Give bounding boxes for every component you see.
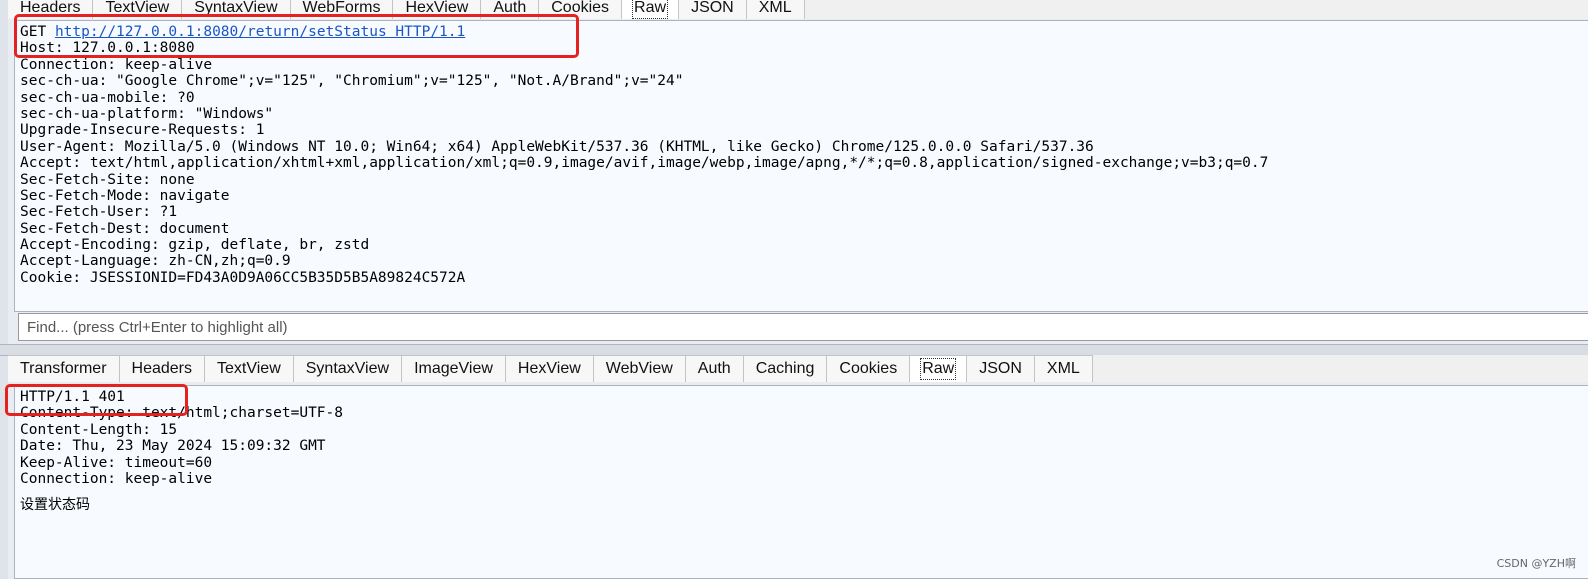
response-tab-label: HexView xyxy=(517,360,581,377)
response-inspector-tabs: Transformer Headers TextView SyntaxView Imag… xyxy=(8,355,1588,382)
response-tab-label: Cookies xyxy=(839,360,898,377)
request-headers: Host: 127.0.0.1:8080 Connection: keep-ali… xyxy=(20,40,1588,286)
response-tab-label: Raw xyxy=(920,358,957,380)
response-header-line: Date: Thu, 23 May 2024 15:09:32 GMT xyxy=(20,438,326,455)
request-header-line: Upgrade-Insecure-Requests: 1 xyxy=(20,122,265,139)
request-header-line: Sec-Fetch-Mode: navigate xyxy=(20,187,230,204)
response-header-line: Keep-Alive: timeout=60 xyxy=(20,454,213,471)
response-tab-webview[interactable]: WebView xyxy=(593,355,686,382)
request-tab-xml[interactable]: XML xyxy=(746,0,805,19)
response-tab-label: Caching xyxy=(755,360,815,377)
response-tab-transformer[interactable]: Transformer xyxy=(8,355,120,382)
request-tab-label: Raw xyxy=(632,0,669,19)
request-header-line: Accept-Language: zh-CN,zh;q=0.9 xyxy=(20,253,291,270)
request-header-line: Accept-Encoding: gzip, deflate, br, zstd xyxy=(20,237,370,254)
response-header-line: Connection: keep-alive xyxy=(20,470,213,487)
request-raw-view[interactable]: GET http://127.0.0.1:8080/return/setStat… xyxy=(14,20,1588,312)
response-header-line: HTTP/1.1 401 xyxy=(20,389,125,405)
find-input[interactable]: Find... (press Ctrl+Enter to highlight a… xyxy=(18,313,1588,341)
left-rail xyxy=(0,0,8,579)
response-tab-label: ImageView xyxy=(414,360,493,377)
request-tab-json[interactable]: JSON xyxy=(679,0,747,19)
response-header-line: Content-Type: text/html;charset=UTF-8 xyxy=(20,405,344,422)
request-header-line: sec-ch-ua-mobile: ?0 xyxy=(20,89,195,106)
response-tab-cookies[interactable]: Cookies xyxy=(827,355,911,382)
response-tab-auth[interactable]: Auth xyxy=(685,355,744,382)
response-tab-xml[interactable]: XML xyxy=(1034,355,1093,382)
request-header-line: Accept: text/html,application/xhtml+xml,… xyxy=(20,155,1269,172)
response-tab-caching[interactable]: Caching xyxy=(743,355,828,382)
response-tab-hexview[interactable]: HexView xyxy=(505,355,594,382)
request-tab-label: XML xyxy=(758,0,792,16)
response-tab-raw[interactable]: Raw xyxy=(910,355,968,382)
response-tab-label: JSON xyxy=(979,360,1022,377)
response-tab-label: WebView xyxy=(605,360,673,377)
response-tab-imageview[interactable]: ImageView xyxy=(402,355,506,382)
response-headers: HTTP/1.1 401 Content-Type: text/html;char… xyxy=(20,389,1588,487)
response-tab-headers[interactable]: Headers xyxy=(119,355,206,382)
request-header-line: sec-ch-ua: "Google Chrome";v="125", "Chr… xyxy=(20,73,684,90)
response-tab-label: TextView xyxy=(217,360,281,377)
watermark: CSDN @YZH啊 xyxy=(1496,557,1576,570)
request-line-highlight xyxy=(14,14,579,58)
request-header-line: Sec-Fetch-Site: none xyxy=(20,171,195,188)
response-tab-label: Auth xyxy=(697,360,731,377)
response-header-line: Content-Length: 15 xyxy=(20,421,178,438)
response-body: 设置状态码 xyxy=(20,497,90,514)
request-header-line: User-Agent: Mozilla/5.0 (Windows NT 10.0… xyxy=(20,138,1094,155)
request-header-line: Connection: keep-alive xyxy=(20,56,213,73)
request-header-line: Sec-Fetch-Dest: document xyxy=(20,220,230,237)
request-tab-raw[interactable]: Raw xyxy=(622,0,680,19)
status-line-highlight xyxy=(5,384,188,416)
request-header-line: sec-ch-ua-platform: "Windows" xyxy=(20,105,274,122)
request-tab-label: JSON xyxy=(691,0,734,16)
response-tab-textview[interactable]: TextView xyxy=(205,355,294,382)
response-tab-label: Headers xyxy=(131,360,193,377)
response-tab-label: XML xyxy=(1046,360,1080,377)
request-header-line: Sec-Fetch-User: ?1 xyxy=(20,204,178,221)
response-tab-label: SyntaxView xyxy=(305,360,390,377)
response-tab-label: Transformer xyxy=(20,360,107,377)
request-header-line: Cookie: JSESSIONID=FD43A0D9A06CC5B35D5B5… xyxy=(20,269,466,286)
response-tab-syntaxview[interactable]: SyntaxView xyxy=(293,355,403,382)
response-tab-json[interactable]: JSON xyxy=(967,355,1035,382)
response-raw-view[interactable]: HTTP/1.1 401 Content-Type: text/html;char… xyxy=(14,385,1588,579)
